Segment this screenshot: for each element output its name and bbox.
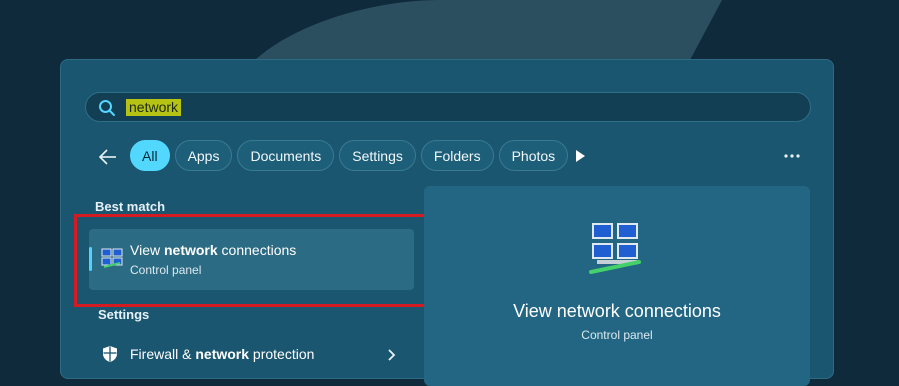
shield-icon [103, 346, 117, 362]
filter-photos[interactable]: Photos [498, 140, 569, 171]
chevron-right-icon[interactable] [386, 348, 396, 362]
more-options-icon[interactable] [781, 149, 803, 163]
settings-heading: Settings [98, 307, 150, 322]
search-icon [99, 100, 115, 116]
filter-apps[interactable]: Apps [174, 140, 233, 171]
highlight-annotation-box [74, 214, 433, 307]
filter-folders[interactable]: Folders [420, 140, 494, 171]
filter-settings[interactable]: Settings [339, 140, 416, 171]
search-box[interactable]: network [85, 92, 811, 122]
settings-result-firewall[interactable]: Firewall & network protection [89, 340, 414, 370]
back-arrow-icon[interactable] [97, 146, 119, 168]
search-input[interactable]: network [126, 99, 182, 116]
start-search-panel: network All Apps Documents Settings Fold… [60, 59, 834, 386]
best-match-heading: Best match [95, 199, 166, 214]
play-more-filters-icon[interactable] [573, 148, 587, 164]
preview-subtitle: Control panel [581, 328, 653, 342]
settings-result-label: Firewall & network protection [130, 346, 315, 362]
filter-all[interactable]: All [130, 140, 170, 171]
network-connections-large-icon [589, 223, 641, 274]
filter-chips: All Apps Documents Settings Folders Phot… [130, 140, 569, 171]
preview-title: View network connections [513, 301, 721, 321]
result-preview-pane: View network connections Control panel [424, 186, 810, 386]
filter-documents[interactable]: Documents [237, 140, 335, 171]
